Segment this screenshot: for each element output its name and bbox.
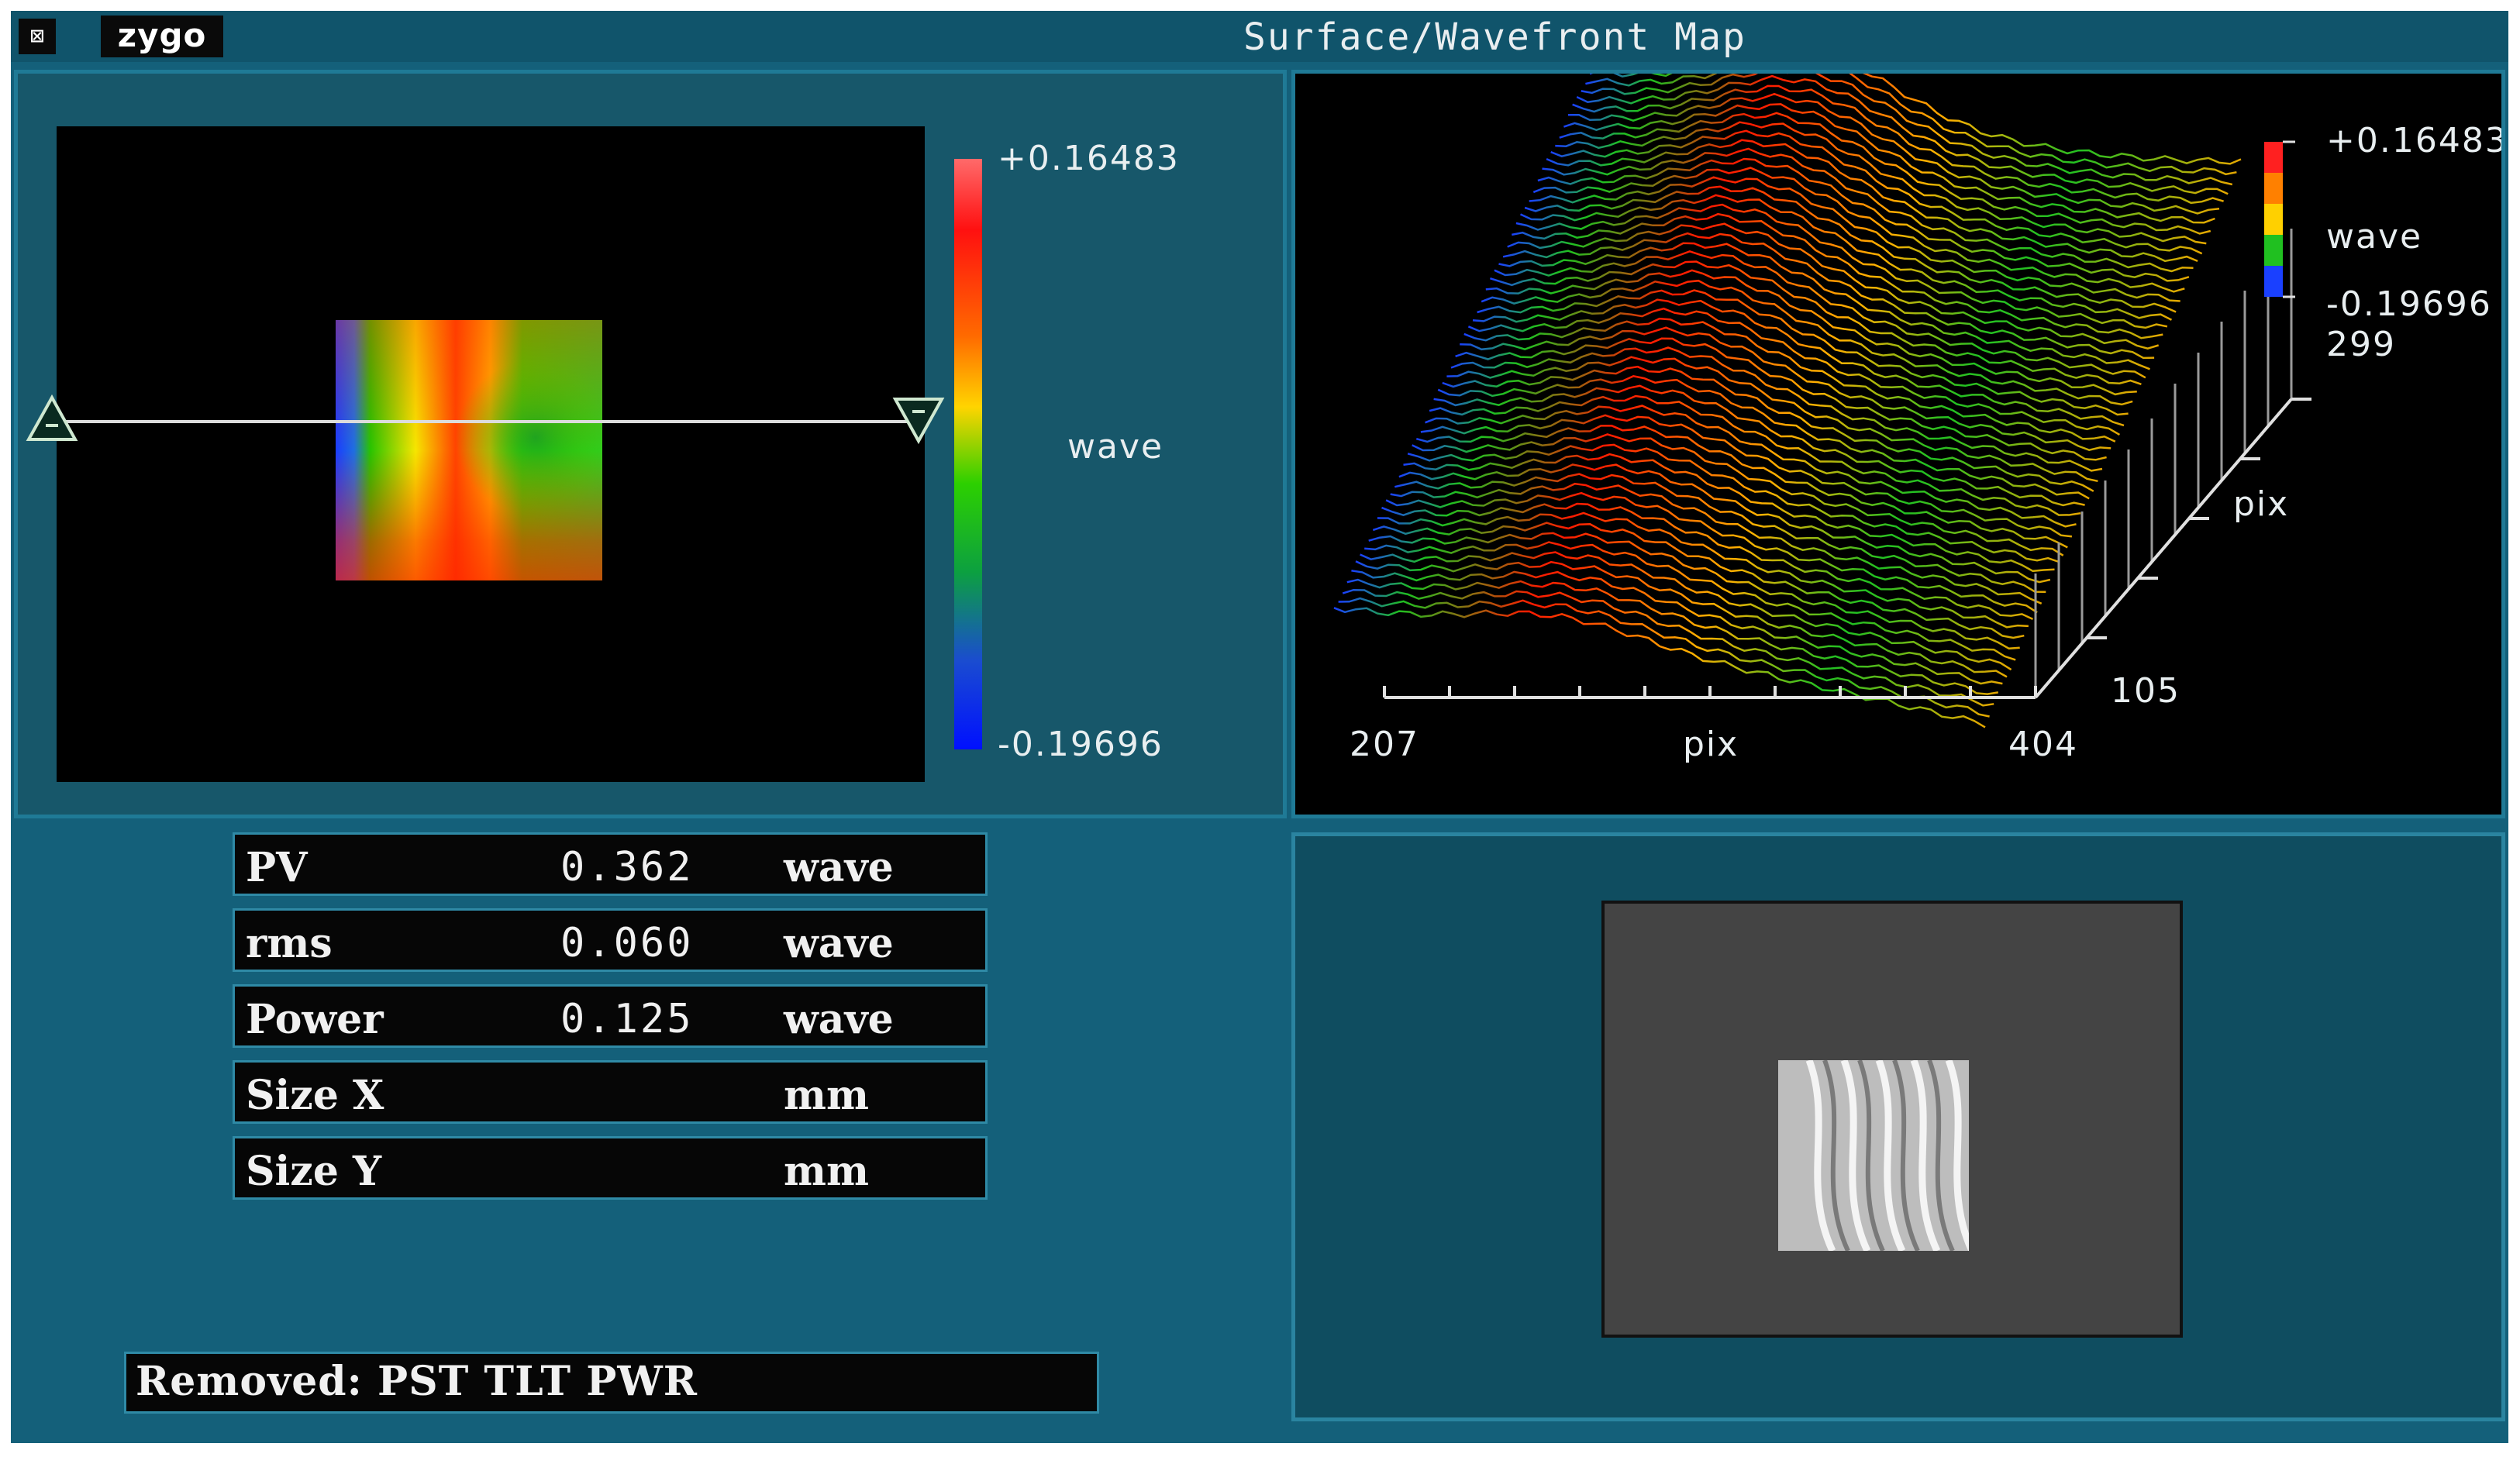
mesh-line [1515,203,2168,329]
zygo-logo: zygo [101,16,223,57]
mesh-line [1450,346,2103,472]
x-axis-min-label: 207 [1350,725,1419,764]
stat-unit-text: mm [784,1072,870,1119]
color-scale-max: +0.16483 [998,139,1180,178]
stat-unit-text: wave [784,996,894,1043]
stat-name-text: PV [246,844,308,891]
3d-surface-plot: +0.16483 wave -0.19696 299 pix 105 207 p… [1333,74,2501,764]
sample-image [1778,1060,1969,1251]
scale-swatch-green [2264,235,2283,266]
stat-row: Power 0.125 wave [233,984,988,1048]
stat-name-text: rms [246,920,333,967]
stat-unit-text: mm [784,1148,870,1195]
profile-scan-line[interactable] [61,420,923,423]
stat-val-text: 0.125 [560,996,694,1042]
surface-map-image [336,320,602,580]
y-axis-min-label: 105 [2111,671,2180,711]
mesh-line [1425,405,2077,528]
stat-row: PV 0.362 wave [233,832,988,896]
mesh-line [1333,607,1986,728]
stat-name-text: Size X [246,1072,384,1119]
scale-ticks [2283,140,2295,298]
window-title: Surface/Wavefront Map [1243,16,1746,59]
x-axis-ticks [1383,686,2037,698]
removed-terms-label: Removed: PST TLT PWR [124,1352,1099,1414]
stat-val-text: 0.362 [560,844,694,890]
3d-scale-min: -0.19696 [2326,284,2492,324]
mesh-line [1455,337,2107,461]
stat-row: Size Y mm [233,1136,988,1200]
y-axis-label: pix [2233,484,2289,524]
stat-row: rms 0.060 wave [233,908,988,972]
title-bar: ⊠ zygo Surface/Wavefront Map [11,11,2508,62]
mesh-line [1581,74,2233,186]
scale-swatch-yellow [2264,204,2283,235]
mesh-line [1412,433,2064,556]
surface-map-panel: +0.16483 wave -0.19696 [14,70,1287,818]
stat-row: Size X mm [233,1060,988,1124]
scan-start-marker-icon[interactable] [26,394,78,444]
x-axis-label: pix [1683,725,1739,764]
y-axis-max-label: 299 [2326,325,2396,364]
mesh-line [1490,260,2142,385]
color-scale-min: -0.19696 [998,725,1163,764]
color-scale-unit: wave [1067,427,1164,467]
scale-swatch-red [2264,142,2283,173]
scale-swatch-blue [2264,266,2283,297]
color-scale-bar [954,159,982,749]
stat-val-text: 0.060 [560,920,694,966]
stat-name-text: Size Y [246,1148,382,1195]
stat-unit-text: wave [784,920,894,967]
3d-scale-unit: wave [2326,217,2422,257]
scan-end-marker-icon[interactable] [892,394,945,444]
surface-mesh [1333,74,2242,728]
stat-unit-text: wave [784,844,894,891]
scale-swatch-orange [2264,173,2283,204]
stat-name-text: Power [246,996,384,1043]
mesh-line [1385,491,2038,614]
x-axis-max-label: 404 [2008,725,2078,764]
3d-scale-max: +0.16483 [2326,121,2501,160]
mesh-line [1342,588,1994,707]
system-menu-icon[interactable]: ⊠ [19,19,56,54]
